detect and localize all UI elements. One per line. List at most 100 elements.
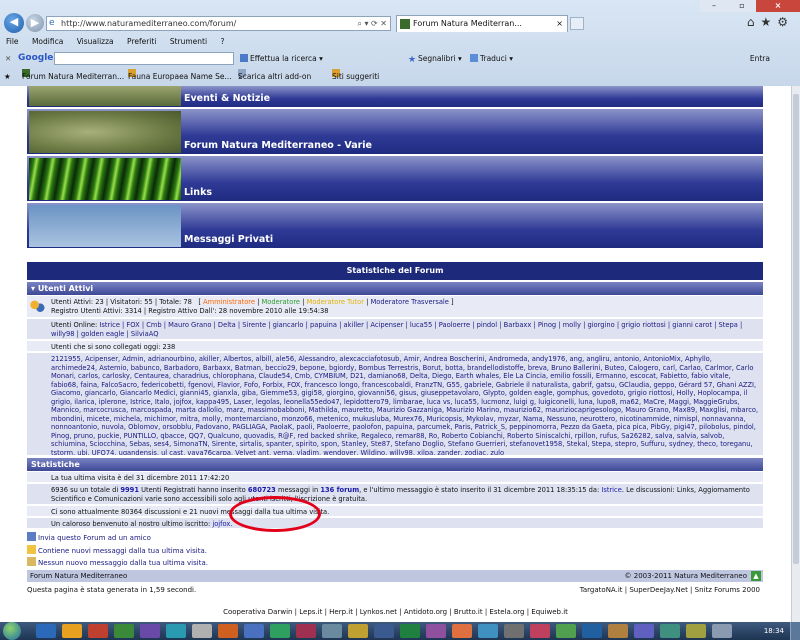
menu-file[interactable]: File [6, 37, 19, 46]
category-title[interactable]: Links [184, 187, 212, 198]
category-title[interactable]: Forum Natura Mediterraneo - Varie [184, 140, 372, 151]
taskbar-clock[interactable]: 18:34 [764, 622, 784, 640]
last-visit-row: La tua ultima visita è del 31 dicembre 2… [27, 472, 763, 483]
active-users-row: Utenti Attivi: 23 | Visitatori: 55 | Tot… [27, 296, 763, 318]
app-taskbar-icon[interactable] [270, 624, 290, 638]
category-thumbnail [29, 158, 181, 200]
home-star-gear-icons[interactable]: ⌂★⚙ [747, 15, 794, 29]
app-taskbar-icon[interactable] [244, 624, 264, 638]
app-taskbar-icon[interactable] [582, 624, 602, 638]
browser-chrome: – ▫ × ◀ ▶ e http://www.naturamediterrane… [0, 0, 800, 86]
app-taskbar-icon[interactable] [504, 624, 524, 638]
posts-count: 680723 [247, 486, 276, 494]
category-messaggi-privati[interactable]: Messaggi Privati [27, 203, 763, 249]
legend-send-friend[interactable]: Invia questo Forum ad un amico [27, 532, 151, 543]
app-taskbar-icon[interactable] [608, 624, 628, 638]
category-title[interactable]: Eventi & Notizie [184, 93, 270, 104]
app-taskbar-icon[interactable] [556, 624, 576, 638]
google-search-button[interactable]: Effettua la ricerca ▾ [240, 50, 323, 67]
app-taskbar-icon[interactable] [400, 624, 420, 638]
credits-links[interactable]: TargatoNA.it | SuperDeeJay.Net | Snitz F… [580, 585, 760, 596]
back-button[interactable]: ◀ [4, 13, 24, 33]
ie-taskbar-icon[interactable] [36, 624, 56, 638]
category-thumbnail [29, 205, 181, 247]
app-taskbar-icon[interactable] [452, 624, 472, 638]
app-taskbar-icon[interactable] [296, 624, 316, 638]
star-icon: ★ [408, 55, 417, 65]
app-taskbar-icon[interactable] [374, 624, 394, 638]
folder-new-icon [27, 545, 36, 554]
translate-button[interactable]: Traduci ▾ [470, 50, 513, 67]
menu-bar: File Modifica Visualizza Preferiti Strum… [0, 36, 800, 48]
favorite-addons[interactable]: Scarica altri add-on ▾ [238, 69, 311, 84]
menu-visualizza[interactable]: Visualizza [77, 37, 114, 46]
partner-links[interactable]: Cooperativa Darwin | Leps.it | Herp.it |… [0, 608, 791, 616]
google-search-input[interactable] [54, 52, 234, 65]
envelope-icon [27, 532, 36, 541]
forum-count: 136 forum [320, 486, 360, 494]
menu-modifica[interactable]: Modifica [32, 37, 63, 46]
search-icon [240, 54, 248, 62]
app-taskbar-icon[interactable] [166, 624, 186, 638]
app-taskbar-icon[interactable] [192, 624, 212, 638]
scrollbar-thumb[interactable] [793, 94, 799, 564]
app-taskbar-icon[interactable] [634, 624, 654, 638]
tab-close-icon[interactable]: × [556, 16, 563, 31]
online-users-list[interactable]: Istrice | FOX | Cmb | Mauro Grano | Delt… [51, 321, 742, 338]
window-controls: – ▫ × [700, 0, 800, 12]
app-taskbar-icon[interactable] [218, 624, 238, 638]
role-moderator: Moderatore [261, 298, 301, 306]
category-varie[interactable]: Forum Natura Mediterraneo - Varie [27, 109, 763, 155]
menu-strumenti[interactable]: Strumenti [170, 37, 207, 46]
app-taskbar-icon[interactable] [660, 624, 680, 638]
show-desktop-button[interactable] [790, 622, 800, 640]
role-tutor: Moderatore Tutor [306, 298, 364, 306]
category-links[interactable]: Links [27, 156, 763, 202]
go-top-icon[interactable]: ▲ [751, 571, 761, 581]
app-taskbar-icon[interactable] [686, 624, 706, 638]
registered-users-link[interactable]: 9991 [120, 486, 139, 494]
new-tab-button[interactable] [570, 17, 584, 30]
totals-row: 6936 su un totale di 9991 Utenti Registr… [27, 484, 763, 505]
statistics-header: Statistiche del Forum [27, 262, 763, 280]
users-icon [29, 300, 45, 314]
app-taskbar-icon[interactable] [426, 624, 446, 638]
category-thumbnail [29, 86, 181, 106]
app-taskbar-icon[interactable] [140, 624, 160, 638]
tab-forum[interactable]: Forum Natura Mediterran... × [396, 15, 568, 32]
app-taskbar-icon[interactable] [348, 624, 368, 638]
url-text: http://www.naturamediterraneo.com/forum/ [61, 19, 237, 28]
today-users-list[interactable]: 2121955, Acipenser, Admin, adrianourbino… [51, 355, 758, 455]
favorites-star-icon[interactable]: ★ [4, 69, 11, 84]
explorer-taskbar-icon[interactable] [62, 624, 82, 638]
close-window-button[interactable]: × [756, 0, 800, 12]
maximize-button[interactable]: ▫ [728, 0, 756, 12]
toolbar-close-icon[interactable]: ✕ [5, 50, 11, 67]
app-taskbar-icon[interactable] [530, 624, 550, 638]
bookmarks-button[interactable]: ★ Segnalibri ▾ [408, 50, 462, 67]
sign-in-button[interactable]: Entra [750, 50, 770, 67]
menu-help[interactable]: ? [220, 37, 224, 46]
last-poster-link[interactable]: Istrice [601, 486, 621, 494]
page-scrollbar[interactable] [791, 86, 800, 622]
app-taskbar-icon[interactable] [478, 624, 498, 638]
tray-icons[interactable] [712, 624, 732, 638]
category-eventi-notizie[interactable]: Eventi & Notizie [27, 86, 763, 108]
collapse-icon[interactable]: ▾ [31, 284, 38, 293]
active-users-header[interactable]: ▾ Utenti Attivi [27, 282, 763, 295]
tab-label: Forum Natura Mediterran... [413, 19, 522, 28]
app-taskbar-icon[interactable] [322, 624, 342, 638]
minimize-button[interactable]: – [700, 0, 728, 12]
app-taskbar-icon[interactable] [88, 624, 108, 638]
forward-button[interactable]: ▶ [26, 14, 44, 32]
search-refresh-icons[interactable]: ⌕ ▾ ⟳ ✕ [357, 17, 387, 30]
role-transversal: Moderatore Trasversale [370, 298, 449, 306]
address-bar[interactable]: e http://www.naturamediterraneo.com/foru… [46, 16, 391, 31]
menu-preferiti[interactable]: Preferiti [127, 37, 156, 46]
newest-member-link[interactable]: jojfox. [212, 520, 232, 528]
folder-icon [27, 557, 36, 566]
app-taskbar-icon[interactable] [114, 624, 134, 638]
category-title[interactable]: Messaggi Privati [184, 234, 273, 245]
connected-today-row: Utenti che si sono collegati oggi: 238 [27, 341, 763, 352]
start-button[interactable] [3, 622, 21, 640]
